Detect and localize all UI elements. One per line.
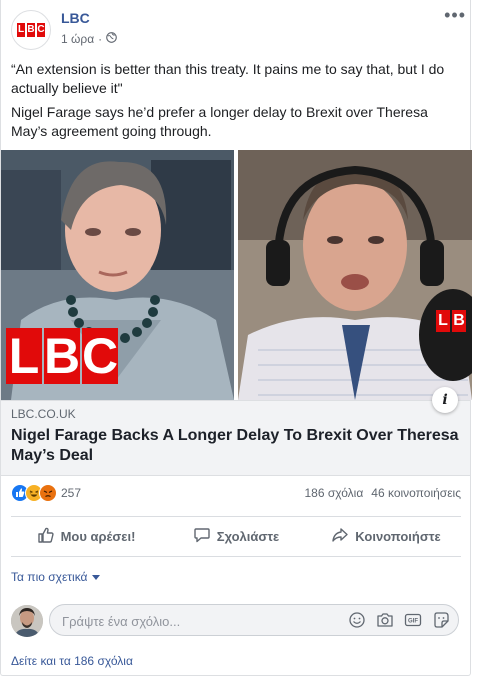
globe-icon[interactable] xyxy=(106,32,117,46)
logo-letter: L xyxy=(436,310,450,332)
page-avatar[interactable]: L B C xyxy=(11,10,51,50)
comment-input[interactable] xyxy=(60,611,334,631)
comments-count[interactable]: 186 σχόλια xyxy=(304,486,363,500)
engagement-counts: 186 σχόλια 46 κοινοποιήσεις xyxy=(304,486,461,500)
post-timestamp[interactable]: 1 ώρα xyxy=(61,32,94,46)
post-body: Nigel Farage says he’d prefer a longer d… xyxy=(11,104,428,139)
logo-letter: B xyxy=(44,328,81,384)
composer-icons: GIF xyxy=(348,611,450,634)
shares-count[interactable]: 46 κοινοποιήσεις xyxy=(371,486,461,500)
comment-sort-dropdown[interactable]: Τα πιο σχετικά xyxy=(11,570,100,584)
post-text: “An extension is better than this treaty… xyxy=(11,60,463,146)
like-label: Μου αρέσει! xyxy=(60,528,136,544)
action-bar: Μου αρέσει! Σχολιάστε Κοινοποιήστε xyxy=(11,518,461,554)
comment-bubble-icon xyxy=(193,526,211,547)
logo-letter: C xyxy=(82,328,119,384)
logo-letter: C xyxy=(37,23,45,37)
share-button[interactable]: Κοινοποιήστε xyxy=(311,518,461,554)
logo-letter: L xyxy=(6,328,42,384)
view-all-comments-link[interactable]: Δείτε και τα 186 σχόλια xyxy=(11,654,133,668)
caret-down-icon xyxy=(91,570,100,584)
like-button[interactable]: Μου αρέσει! xyxy=(11,518,161,554)
reaction-count[interactable]: 257 xyxy=(61,486,81,500)
emoji-icon[interactable] xyxy=(348,611,366,634)
svg-text:GIF: GIF xyxy=(408,619,418,625)
sticker-icon[interactable] xyxy=(432,611,450,634)
post-quote: “An extension is better than this treaty… xyxy=(11,61,445,96)
camera-icon[interactable] xyxy=(376,611,394,634)
link-preview-caption[interactable]: LBC.CO.UK Nigel Farage Backs A Longer De… xyxy=(1,387,470,476)
logo-letter: B xyxy=(27,23,35,37)
comment-composer: GIF xyxy=(11,604,461,638)
link-title[interactable]: Nigel Farage Backs A Longer Delay To Bre… xyxy=(11,426,461,466)
info-icon[interactable]: i xyxy=(432,387,458,413)
post-stats: 257 186 σχόλια 46 κοινοποιήσεις xyxy=(11,484,461,504)
link-domain: LBC.CO.UK xyxy=(11,407,76,421)
comment-button[interactable]: Σχολιάστε xyxy=(161,518,311,554)
divider xyxy=(11,556,461,557)
gif-icon[interactable]: GIF xyxy=(404,611,422,634)
share-label: Κοινοποιήστε xyxy=(355,528,441,544)
logo-letter: B xyxy=(452,310,466,332)
link-preview-image[interactable]: L B C L B xyxy=(1,150,472,400)
more-options-icon[interactable]: ••• xyxy=(444,6,466,24)
share-arrow-icon xyxy=(331,526,349,547)
nigel-farage-photo: L B xyxy=(238,150,472,400)
divider xyxy=(11,516,461,517)
angry-reaction-icon xyxy=(39,484,57,502)
post-header: L B C LBC 1 ώρα · ••• xyxy=(11,6,466,52)
theresa-may-photo: L B C xyxy=(1,150,234,400)
sort-label: Τα πιο σχετικά xyxy=(11,570,88,584)
lbc-logo: L B C xyxy=(6,328,118,384)
post-meta: 1 ώρα · xyxy=(61,32,117,46)
reactions-summary[interactable]: 257 xyxy=(11,484,81,502)
feed-post: L B C LBC 1 ώρα · ••• “An extension is b… xyxy=(0,0,472,676)
comment-label: Σχολιάστε xyxy=(216,528,280,544)
page-name-link[interactable]: LBC xyxy=(61,10,90,26)
thumbs-up-icon xyxy=(37,526,55,547)
user-avatar[interactable] xyxy=(11,605,43,637)
logo-letter: L xyxy=(17,23,25,37)
mic-lbc-logo: L B xyxy=(436,310,466,332)
separator-dot: · xyxy=(98,32,103,46)
comment-input-wrapper: GIF xyxy=(49,604,459,636)
